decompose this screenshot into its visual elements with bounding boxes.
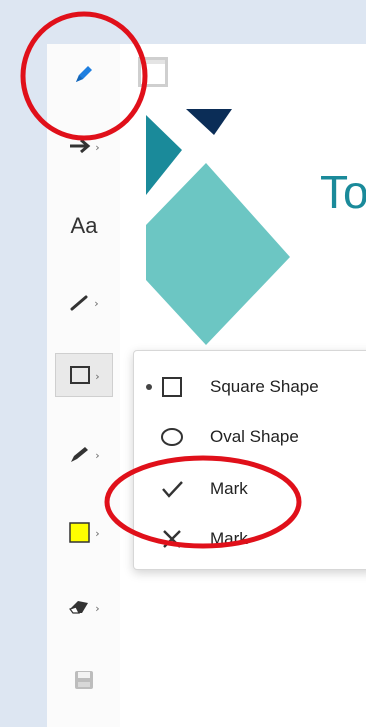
menu-item-x-mark[interactable]: Mark — [134, 513, 366, 565]
chevron-right-icon: › — [95, 526, 100, 540]
oval-icon — [160, 425, 184, 449]
text-tool-label: Aa — [70, 213, 98, 238]
x-mark-icon — [160, 527, 184, 551]
menu-item-label: Mark — [210, 479, 248, 498]
highlighter-tool-button[interactable] — [55, 52, 113, 96]
selected-bullet-icon — [146, 384, 152, 390]
chevron-right-icon: › — [94, 296, 99, 310]
arrow-tool-button[interactable]: › — [55, 124, 113, 168]
menu-item-label: Mark — [210, 529, 248, 548]
eraser-tool-button[interactable]: › — [55, 585, 113, 629]
chevron-right-icon: › — [95, 140, 100, 154]
eraser-icon — [68, 597, 92, 617]
document-title: To — [320, 166, 366, 218]
square-icon — [68, 363, 92, 387]
company-logo — [138, 105, 308, 370]
line-icon — [69, 292, 91, 312]
color-swatch-icon — [68, 520, 92, 544]
shape-dropdown-menu: Square Shape Oval Shape Mark Mark — [133, 350, 366, 570]
highlighter-icon — [72, 62, 96, 86]
menu-item-label: Square Shape — [210, 377, 319, 396]
text-tool-button[interactable]: Aa — [55, 204, 113, 248]
menu-item-check-mark[interactable]: Mark — [134, 463, 366, 515]
save-icon — [73, 669, 95, 691]
chevron-right-icon: › — [95, 601, 100, 615]
menu-item-label: Oval Shape — [210, 427, 299, 446]
pen-icon — [68, 443, 92, 465]
checkmark-icon — [160, 477, 184, 501]
menu-item-oval-shape[interactable]: Oval Shape — [134, 411, 366, 463]
color-tool-button[interactable]: › — [55, 510, 113, 554]
pen-tool-button[interactable]: › — [55, 432, 113, 476]
line-tool-button[interactable]: › — [55, 280, 113, 324]
menu-item-square-shape[interactable]: Square Shape — [134, 361, 366, 413]
chevron-right-icon: › — [95, 448, 100, 462]
canvas-square-shape[interactable] — [138, 57, 168, 87]
shape-tool-button[interactable]: › — [55, 353, 113, 397]
arrow-right-icon — [68, 136, 92, 156]
chevron-right-icon: › — [95, 369, 100, 383]
square-icon — [160, 375, 184, 399]
save-tool-button[interactable] — [55, 658, 113, 702]
